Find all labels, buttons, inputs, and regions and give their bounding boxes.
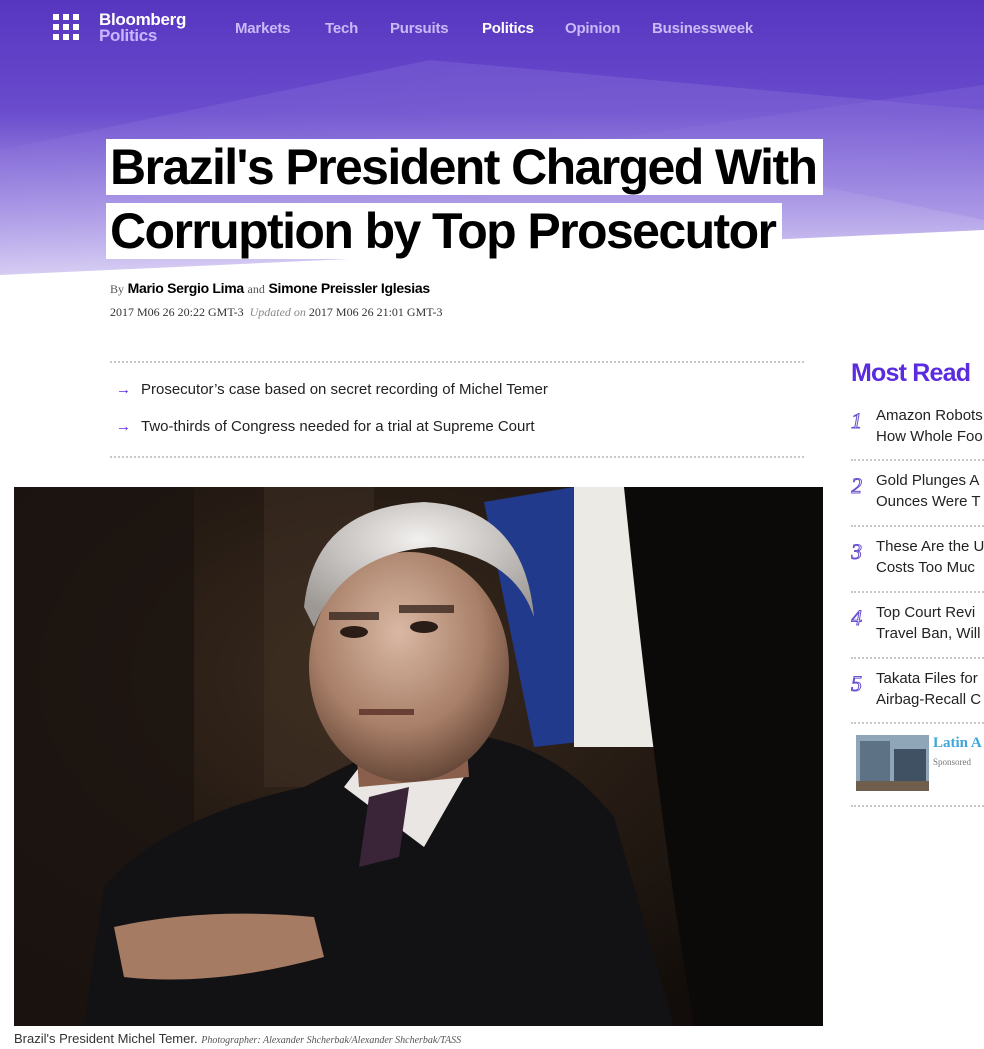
menu-grid-icon[interactable] <box>53 14 79 40</box>
byline: By Mario Sergio Lima and Simone Preissle… <box>110 280 430 297</box>
most-read-headline: Amazon Robots How Whole Foo <box>876 406 983 447</box>
most-read-item[interactable]: 5 Takata Files for Airbag-Recall C <box>851 669 984 735</box>
sponsored-thumbnail <box>856 735 929 791</box>
by-prefix: By <box>110 282 125 296</box>
most-read-line: Costs Too Muc <box>876 558 975 576</box>
top-navigation: Bloomberg Politics Markets Tech Pursuits… <box>0 0 984 58</box>
most-read-line: Ounces Were T <box>876 492 981 510</box>
summary-bullet: → Two-thirds of Congress needed for a tri… <box>116 418 535 435</box>
summary-bullet-text: Prosecutor’s case based on secret record… <box>141 381 548 398</box>
most-read-divider <box>851 722 984 724</box>
headline-line-1: Brazil's President Charged With <box>106 136 824 198</box>
most-read-item[interactable]: 1 Amazon Robots How Whole Foo <box>851 406 984 472</box>
most-read-divider <box>851 591 984 593</box>
nav-markets[interactable]: Markets <box>235 20 290 37</box>
nav-businessweek[interactable]: Businessweek <box>652 20 753 37</box>
most-read-divider <box>851 525 984 527</box>
most-read-item[interactable]: 4 Top Court Revi Travel Ban, Will <box>851 603 984 669</box>
most-read-headline: Takata Files for Airbag-Recall C <box>876 669 981 710</box>
most-read-headline: These Are the U Costs Too Muc <box>876 537 984 578</box>
timestamps: 2017 M06 26 20:22 GMT-3 Updated on 2017 … <box>110 305 442 320</box>
nav-politics[interactable]: Politics <box>482 20 534 37</box>
most-read-line: Airbag-Recall C <box>876 690 982 708</box>
photo-credit: Photographer: Alexander Shcherbak/Alexan… <box>201 1035 462 1046</box>
caption-text: Brazil's President Michel Temer. <box>14 1031 198 1046</box>
nav-opinion[interactable]: Opinion <box>565 20 620 37</box>
brand-section: Politics <box>99 26 158 45</box>
updated-time: 2017 M06 26 21:01 GMT-3 <box>308 305 443 319</box>
most-read-line: Gold Plunges A <box>876 472 980 489</box>
photo-caption: Brazil's President Michel Temer. Photogr… <box>14 1031 461 1046</box>
updated-label: Updated on <box>249 305 306 319</box>
most-read-divider <box>851 657 984 659</box>
most-read-line: Top Court Revi <box>876 604 976 621</box>
lead-photo <box>14 487 823 1026</box>
bloomberg-politics-logo[interactable]: Bloomberg Politics <box>99 11 186 45</box>
arrow-right-icon: → <box>116 381 131 398</box>
sponsored-item[interactable]: Latin A Sponsored <box>856 735 984 791</box>
headline-text-1: Brazil's President Charged With <box>106 139 824 195</box>
rank-number: 5 <box>851 671 863 697</box>
headline-text-2: Corruption by Top Prosecutor <box>106 203 783 259</box>
summary-divider-bottom <box>110 456 804 458</box>
most-read-line: Takata Files for <box>876 670 978 687</box>
rank-number: 4 <box>851 605 863 631</box>
most-read-line: These Are the U <box>876 538 984 555</box>
most-read-title: Most Read <box>851 359 971 387</box>
most-read-line: How Whole Foo <box>876 427 983 445</box>
most-read-headline: Gold Plunges A Ounces Were T <box>876 471 981 512</box>
nav-pursuits[interactable]: Pursuits <box>390 20 449 37</box>
rank-number: 1 <box>851 408 863 434</box>
most-read-divider <box>851 805 984 807</box>
sponsored-title[interactable]: Latin A <box>933 735 982 752</box>
most-read-item[interactable]: 3 These Are the U Costs Too Muc <box>851 537 984 603</box>
rank-number: 3 <box>851 539 863 565</box>
arrow-right-icon: → <box>116 418 131 435</box>
author-link-1[interactable]: Mario Sergio Lima <box>128 280 245 296</box>
most-read-line: Travel Ban, Will <box>876 624 981 642</box>
rank-number: 2 <box>851 473 863 499</box>
summary-bullet-text: Two-thirds of Congress needed for a tria… <box>141 418 535 435</box>
summary-divider-top <box>110 361 804 363</box>
most-read-headline: Top Court Revi Travel Ban, Will <box>876 603 980 644</box>
summary-bullet: → Prosecutor’s case based on secret recor… <box>116 381 548 398</box>
headline-line-2: Corruption by Top Prosecutor <box>106 200 783 262</box>
most-read-divider <box>851 459 984 461</box>
most-read-line: Amazon Robots <box>876 407 983 424</box>
byline-and: and <box>247 282 265 296</box>
published-time: 2017 M06 26 20:22 GMT-3 <box>110 305 244 319</box>
sponsored-label: Sponsored <box>933 757 971 767</box>
author-link-2[interactable]: Simone Preissler Iglesias <box>268 280 430 296</box>
nav-tech[interactable]: Tech <box>325 20 358 37</box>
most-read-item[interactable]: 2 Gold Plunges A Ounces Were T <box>851 471 984 537</box>
